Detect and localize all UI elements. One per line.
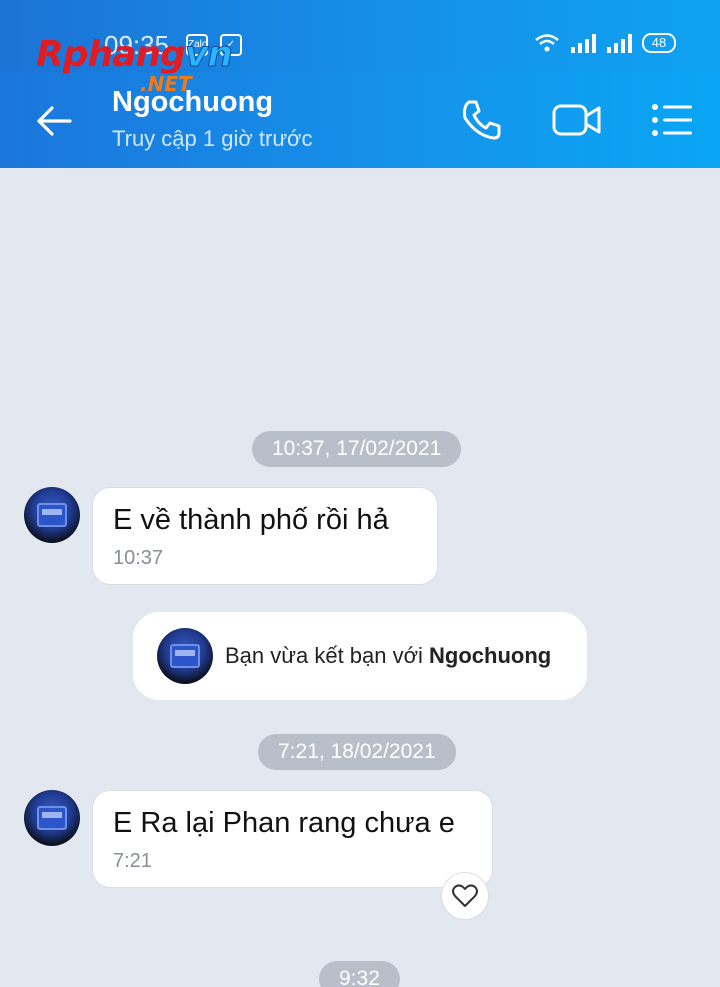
watermark-part1: Rphang — [36, 34, 186, 75]
message-text: E Ra lại Phan rang chưa e — [113, 807, 455, 839]
avatar[interactable] — [24, 790, 80, 846]
video-call-button[interactable] — [551, 96, 601, 144]
signal-icon — [571, 34, 596, 53]
message-bubble[interactable]: E về thành phố rồi hả 10:37 — [92, 487, 438, 585]
message-time: 10:37 — [113, 547, 164, 569]
voice-call-button[interactable] — [457, 96, 505, 144]
avatar-truck-image — [170, 644, 200, 668]
message-bubble[interactable]: E Ra lại Phan rang chưa e 7:21 — [92, 790, 493, 888]
signal-icon-2 — [607, 34, 632, 53]
watermark-suffix: .NET — [140, 72, 192, 96]
menu-list-icon — [652, 104, 692, 136]
watermark-logo: Rphangvn .NET — [36, 34, 256, 104]
date-separator-1: 10:37, 17/02/2021 — [252, 431, 462, 467]
avatar-truck-image — [37, 503, 67, 527]
notice-prefix: Bạn vừa kết bạn với — [225, 643, 430, 668]
avatar[interactable] — [24, 487, 80, 543]
message-time: 7:21 — [113, 850, 152, 872]
avatar-truck-image — [37, 806, 67, 830]
wifi-icon — [535, 34, 559, 52]
notice-contact-name: Ngochuong — [429, 643, 552, 668]
friend-added-notice: Bạn vừa kết bạn với Ngochuong — [133, 612, 587, 700]
battery-indicator: 48 — [642, 33, 676, 53]
friend-notice-text: Bạn vừa kết bạn với Ngochuong — [225, 643, 551, 669]
phone-icon — [463, 100, 501, 140]
react-button[interactable] — [441, 872, 489, 920]
status-indicators: 48 — [534, 33, 676, 53]
date-separator-2: 7:21, 18/02/2021 — [258, 734, 456, 770]
chat-options-button[interactable] — [648, 96, 696, 144]
heart-icon — [452, 884, 478, 907]
date-separator-3: 9:32 — [319, 961, 400, 987]
watermark-part2: vn — [184, 34, 233, 76]
video-call-icon — [552, 104, 601, 136]
last-seen-status: Truy cập 1 giờ trước — [112, 126, 313, 151]
notice-avatar[interactable] — [157, 628, 213, 684]
message-text: E về thành phố rồi hả — [113, 504, 389, 536]
